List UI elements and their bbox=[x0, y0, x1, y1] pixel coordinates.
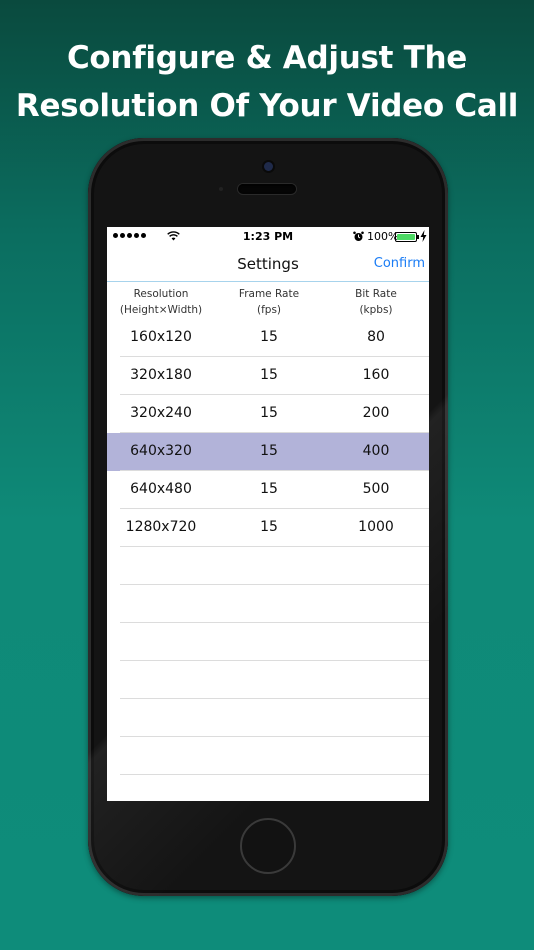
column-header-label: Resolution bbox=[133, 288, 189, 300]
cell-fps: 15 bbox=[260, 405, 278, 421]
column-header-resolution: Resolution (Height×Width) bbox=[107, 286, 215, 318]
battery-percent: 100% bbox=[367, 230, 399, 243]
confirm-button[interactable]: Confirm bbox=[374, 256, 425, 271]
cell-bitrate: 80 bbox=[367, 329, 385, 345]
cell-fps: 15 bbox=[260, 519, 278, 535]
column-header-bit-rate: Bit Rate (kpbs) bbox=[323, 286, 429, 318]
earpiece-speaker bbox=[238, 184, 296, 194]
table-row[interactable]: 320x240 15 200 bbox=[107, 395, 429, 433]
empty-row bbox=[107, 661, 429, 699]
cell-fps: 15 bbox=[260, 443, 278, 459]
column-header-label: Frame Rate bbox=[238, 288, 300, 300]
empty-row bbox=[107, 547, 429, 585]
promo-headline: Configure & Adjust The Resolution Of You… bbox=[0, 34, 534, 130]
column-header-unit: (fps) bbox=[256, 304, 282, 316]
cell-bitrate: 1000 bbox=[358, 519, 394, 535]
battery-icon bbox=[395, 232, 417, 242]
table-row-selected[interactable]: 640x320 15 400 bbox=[107, 433, 429, 471]
cell-resolution: 640x480 bbox=[130, 481, 192, 497]
resolution-table: 160x120 15 80 320x180 15 160 320x240 15 … bbox=[107, 319, 429, 801]
table-row[interactable]: 1280x720 15 1000 bbox=[107, 509, 429, 547]
column-header-label: Bit Rate bbox=[355, 288, 397, 300]
column-header-unit: (kpbs) bbox=[359, 304, 393, 316]
headline-line-1: Configure & Adjust The bbox=[66, 40, 467, 76]
cell-bitrate: 400 bbox=[362, 443, 390, 459]
alarm-icon bbox=[353, 231, 364, 241]
app-screen: 1:23 PM 100% Settings Confirm Resolution… bbox=[107, 227, 429, 801]
empty-row bbox=[107, 623, 429, 661]
phone-frame: 1:23 PM 100% Settings Confirm Resolution… bbox=[88, 138, 448, 896]
cell-resolution: 640x320 bbox=[130, 443, 192, 459]
battery-cap bbox=[417, 235, 419, 239]
cell-resolution: 1280x720 bbox=[125, 519, 197, 535]
cell-resolution: 320x180 bbox=[130, 367, 192, 383]
home-button[interactable] bbox=[240, 818, 296, 874]
charging-bolt-icon bbox=[420, 230, 427, 242]
table-row[interactable]: 640x480 15 500 bbox=[107, 471, 429, 509]
cell-resolution: 160x120 bbox=[130, 329, 192, 345]
empty-row bbox=[107, 699, 429, 737]
column-header-unit: (Height×Width) bbox=[119, 304, 203, 316]
status-bar: 1:23 PM 100% bbox=[107, 227, 429, 247]
headline-line-2: Resolution Of Your Video Call bbox=[15, 88, 519, 124]
table-row[interactable]: 320x180 15 160 bbox=[107, 357, 429, 395]
empty-row bbox=[107, 737, 429, 775]
empty-row bbox=[107, 775, 429, 801]
cell-resolution: 320x240 bbox=[130, 405, 192, 421]
cell-bitrate: 160 bbox=[362, 367, 390, 383]
column-header-frame-rate: Frame Rate (fps) bbox=[215, 286, 323, 318]
cell-bitrate: 200 bbox=[362, 405, 390, 421]
cell-fps: 15 bbox=[260, 367, 278, 383]
proximity-sensor bbox=[219, 187, 223, 191]
cell-fps: 15 bbox=[260, 481, 278, 497]
cell-fps: 15 bbox=[260, 329, 278, 345]
table-header: Resolution (Height×Width) Frame Rate (fp… bbox=[107, 283, 429, 319]
front-camera bbox=[264, 162, 273, 171]
cell-bitrate: 500 bbox=[362, 481, 390, 497]
table-row[interactable]: 160x120 15 80 bbox=[107, 319, 429, 357]
navigation-bar: Settings Confirm bbox=[107, 247, 429, 282]
empty-row bbox=[107, 585, 429, 623]
